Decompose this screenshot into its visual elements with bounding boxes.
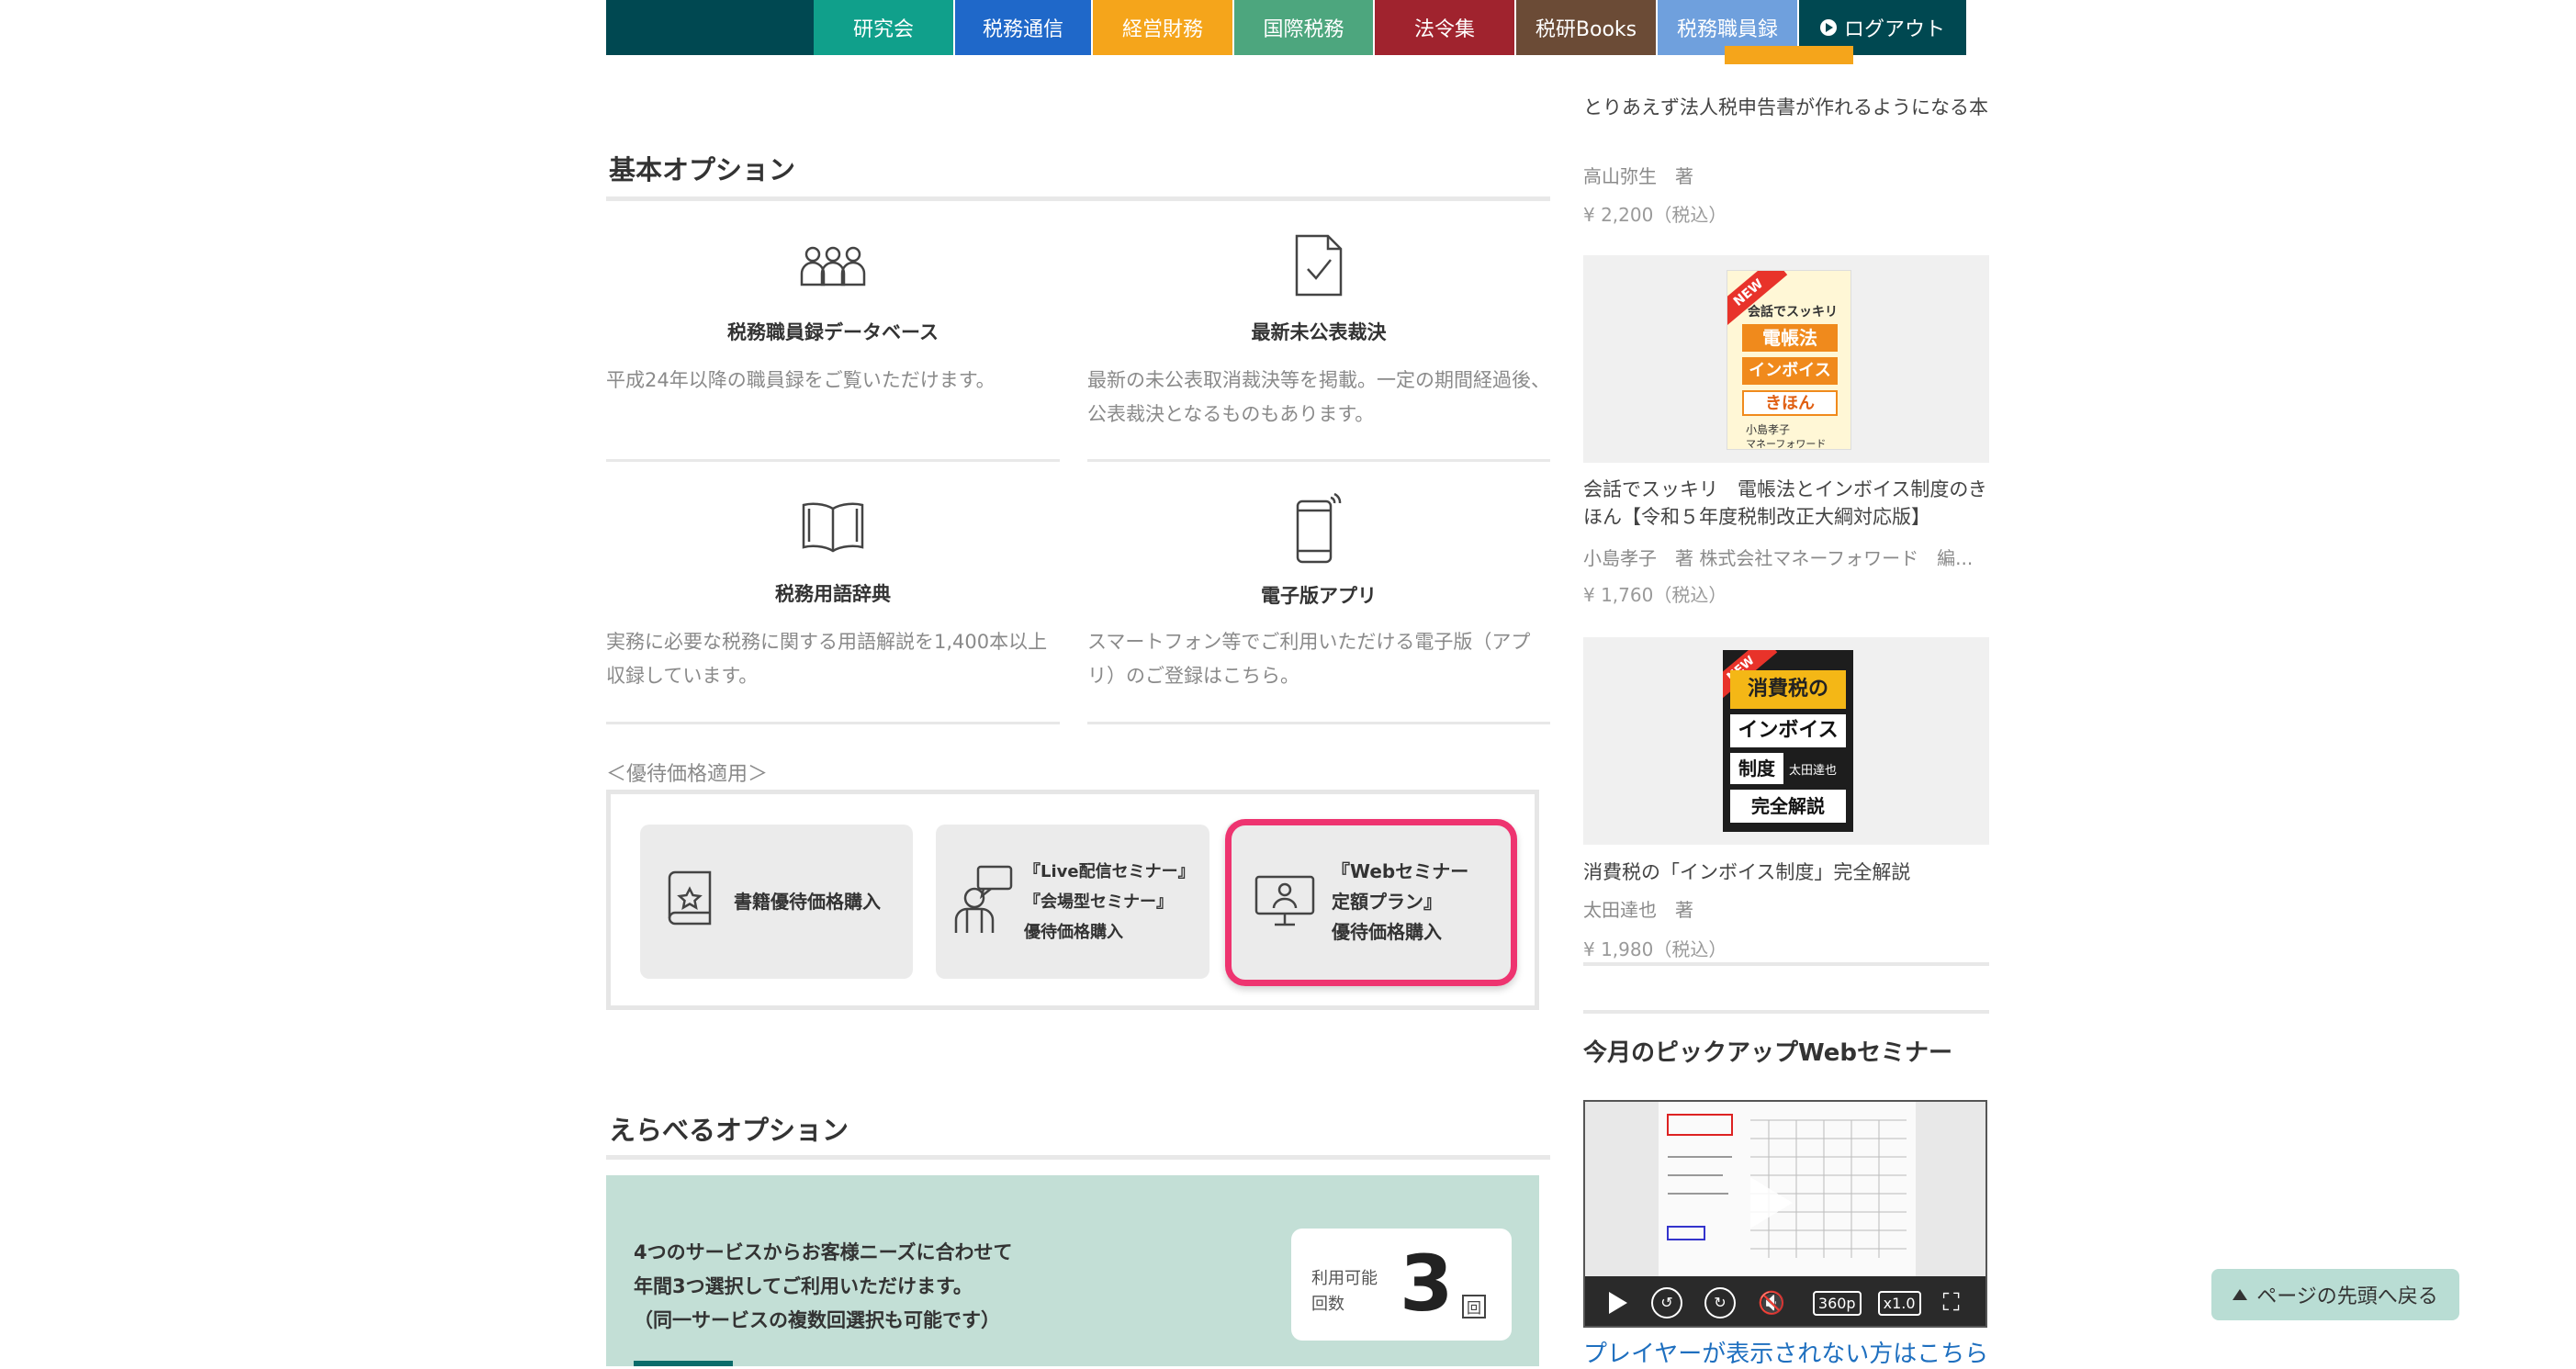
benefit-note: ＜優待価格適用＞ bbox=[606, 763, 769, 786]
quality-selector[interactable]: 360p bbox=[1812, 1290, 1862, 1316]
usage-count-label-2: 回数 bbox=[1311, 1295, 1344, 1314]
book-title-2[interactable]: 会話でスッキリ 電帳法とインボイス制度のきほん【令和５年度税制改正大綱対応版】 bbox=[1583, 476, 1989, 531]
book-open-icon bbox=[606, 499, 1060, 553]
arrow-up-icon bbox=[2233, 1289, 2248, 1300]
sidebar-rule bbox=[1583, 962, 1989, 966]
logout-play-icon bbox=[1819, 19, 1837, 36]
webinar-pickup-title: 今月のピックアップWebセミナー bbox=[1583, 1039, 1952, 1067]
book-star-icon bbox=[666, 870, 714, 933]
usage-count-unit: 回 bbox=[1462, 1295, 1486, 1319]
nav-item-label: 税務職員録 bbox=[1676, 18, 1778, 41]
book-price-1: ¥ 2,200（税込） bbox=[1583, 204, 1727, 226]
cover-line-2: インボイス bbox=[1742, 357, 1838, 385]
selectable-line-3: （同一サービスの複数回選択も可能です） bbox=[634, 1309, 1000, 1331]
book-author-3: 太田達也 著 bbox=[1583, 899, 1693, 921]
mute-icon[interactable]: 🔇 bbox=[1758, 1290, 1785, 1316]
cover-subtitle: 会話でスッキリ bbox=[1748, 305, 1838, 320]
option-title-staff-db[interactable]: 税務職員録データベース bbox=[606, 318, 1060, 345]
option-divider bbox=[606, 459, 1060, 462]
people-icon bbox=[606, 246, 1060, 286]
live-seminar-label-1: 『Live配信セミナー』 bbox=[1024, 861, 1195, 881]
nav-item[interactable]: 経営財務 bbox=[1093, 0, 1232, 55]
option-title-dictionary[interactable]: 税務用語辞典 bbox=[606, 579, 1060, 607]
cover-line-1: 電帳法 bbox=[1742, 324, 1838, 352]
nav-item-label: ログアウト bbox=[1843, 18, 1945, 41]
cover-author: 太田達也 bbox=[1789, 764, 1838, 778]
rewind-10-icon[interactable]: ↺ bbox=[1651, 1287, 1682, 1319]
option-divider bbox=[606, 722, 1060, 724]
cover-publisher: マネーフォワード bbox=[1746, 438, 1827, 450]
basic-options-title: 基本オプション bbox=[609, 154, 796, 185]
option-desc-staff-db: 平成24年以降の職員録をご覧いただけます。 bbox=[606, 369, 996, 391]
selectable-options-text: 4つのサービスからお客様ニーズに合わせて 年間3つ選択してご利用いただけます。 … bbox=[634, 1236, 1013, 1338]
smartphone-icon bbox=[1087, 490, 1550, 564]
live-seminar-label-3: 優待価格購入 bbox=[1024, 922, 1123, 942]
book-price-3: ¥ 1,980（税込） bbox=[1583, 938, 1727, 960]
book-card-3[interactable]: NEW 消費税の インボイス 制度 太田達也 完全解説 bbox=[1583, 637, 1989, 845]
play-icon[interactable] bbox=[1609, 1292, 1627, 1314]
video-player[interactable]: ↺ ↻ 🔇 360p x1.0 ⛶ bbox=[1583, 1100, 1987, 1328]
book-title-3[interactable]: 消費税の「インボイス制度」完全解説 bbox=[1583, 858, 1989, 886]
cover-line-4: 完全解説 bbox=[1730, 790, 1846, 823]
usage-count-label-1: 利用可能 bbox=[1311, 1269, 1378, 1288]
option-desc-app: スマートフォン等でご利用いただける電子版（アプリ）のご登録はこちら。 bbox=[1087, 631, 1531, 687]
highlight-frame bbox=[1225, 819, 1517, 986]
nav-item[interactable]: 研究会 bbox=[814, 0, 953, 55]
live-seminar-label-2: 『会場型セミナー』 bbox=[1024, 892, 1173, 912]
nav-item-label: 国際税務 bbox=[1263, 18, 1344, 41]
back-to-top-button[interactable]: ページの先頭へ戻る bbox=[2211, 1269, 2459, 1320]
usage-count-box: 利用可能 回数 3 回 bbox=[1291, 1229, 1512, 1341]
book-cover-2: NEW 会話でスッキリ 電帳法 インボイス きほん 小島孝子 マネーフォワード bbox=[1727, 270, 1851, 450]
presenter-icon bbox=[954, 865, 1013, 938]
option-desc-rulings: 最新の未公表取消裁決等を掲載。一定の期間経過後、公表裁決となるものもあります。 bbox=[1087, 369, 1550, 425]
nav-item[interactable]: 国際税務 bbox=[1234, 0, 1373, 55]
cover-line-3: きほん bbox=[1742, 390, 1838, 416]
option-desc-dictionary: 実務に必要な税務に関する用語解説を1,400本以上収録しています。 bbox=[606, 631, 1048, 687]
selectable-options-rule bbox=[606, 1155, 1550, 1160]
nav-item-label: 経営財務 bbox=[1121, 18, 1203, 41]
sidebar-rule bbox=[1583, 1010, 1989, 1014]
selectable-line-2: 年間3つ選択してご利用いただけます。 bbox=[634, 1275, 973, 1297]
usage-count-value: 3 bbox=[1400, 1239, 1454, 1329]
speed-selector[interactable]: x1.0 bbox=[1877, 1290, 1921, 1316]
nav-item[interactable]: 税務通信 bbox=[955, 0, 1091, 55]
option-divider bbox=[1087, 459, 1550, 462]
cover-line-3: 制度 bbox=[1730, 753, 1783, 784]
option-divider bbox=[1087, 722, 1550, 724]
nav-brand-block bbox=[606, 0, 814, 55]
cover-author: 小島孝子 bbox=[1746, 423, 1791, 436]
back-to-top-label: ページの先頭へ戻る bbox=[2256, 1285, 2438, 1308]
player-help-link[interactable]: プレイヤーが表示されない方はこちら bbox=[1583, 1335, 1988, 1369]
video-controls-bar: ↺ ↻ 🔇 360p x1.0 ⛶ bbox=[1585, 1276, 1985, 1326]
book-title-1[interactable]: とりあえず法人税申告書が作れるようになる本 bbox=[1583, 94, 1989, 121]
selectable-options-title: えらべるオプション bbox=[609, 1115, 849, 1146]
selectable-line-1: 4つのサービスからお客様ニーズに合わせて bbox=[634, 1241, 1013, 1263]
live-seminar-discount-button[interactable]: 『Live配信セミナー』 『会場型セミナー』 優待価格購入 bbox=[936, 825, 1209, 979]
nav-item-label: 税務通信 bbox=[982, 18, 1063, 41]
document-check-icon bbox=[1087, 234, 1550, 297]
book-discount-label: 書籍優待価格購入 bbox=[734, 890, 881, 913]
book-cover-3: NEW 消費税の インボイス 制度 太田達也 完全解説 bbox=[1723, 650, 1853, 832]
book-price-2: ¥ 1,760（税込） bbox=[1583, 584, 1727, 606]
nav-item[interactable]: 税研Books bbox=[1516, 0, 1656, 55]
basic-options-rule bbox=[606, 196, 1550, 201]
selectable-tab-indicator bbox=[634, 1361, 733, 1366]
cover-line-1: 消費税の bbox=[1730, 670, 1846, 709]
option-title-rulings[interactable]: 最新未公表裁決 bbox=[1087, 318, 1550, 345]
forward-10-icon[interactable]: ↻ bbox=[1704, 1287, 1736, 1319]
book-author-1: 高山弥生 著 bbox=[1583, 165, 1693, 187]
book-author-2: 小島孝子 著 株式会社マネーフォワード 編... bbox=[1583, 547, 1974, 569]
nav-item-label: 法令集 bbox=[1413, 18, 1475, 41]
nav-item-label: 税研Books bbox=[1535, 18, 1637, 41]
fullscreen-icon[interactable]: ⛶ bbox=[1943, 1289, 1960, 1318]
option-title-app[interactable]: 電子版アプリ bbox=[1087, 581, 1550, 609]
cover-line-2: インボイス bbox=[1730, 714, 1846, 747]
book-card-2[interactable]: NEW 会話でスッキリ 電帳法 インボイス きほん 小島孝子 マネーフォワード bbox=[1583, 255, 1989, 463]
nav-item[interactable]: 法令集 bbox=[1375, 0, 1514, 55]
book-discount-button[interactable]: 書籍優待価格購入 bbox=[640, 825, 913, 979]
nav-item-label: 研究会 bbox=[852, 18, 914, 41]
book-cover-partial bbox=[1725, 46, 1853, 64]
video-play-overlay-icon[interactable] bbox=[1750, 1177, 1793, 1229]
